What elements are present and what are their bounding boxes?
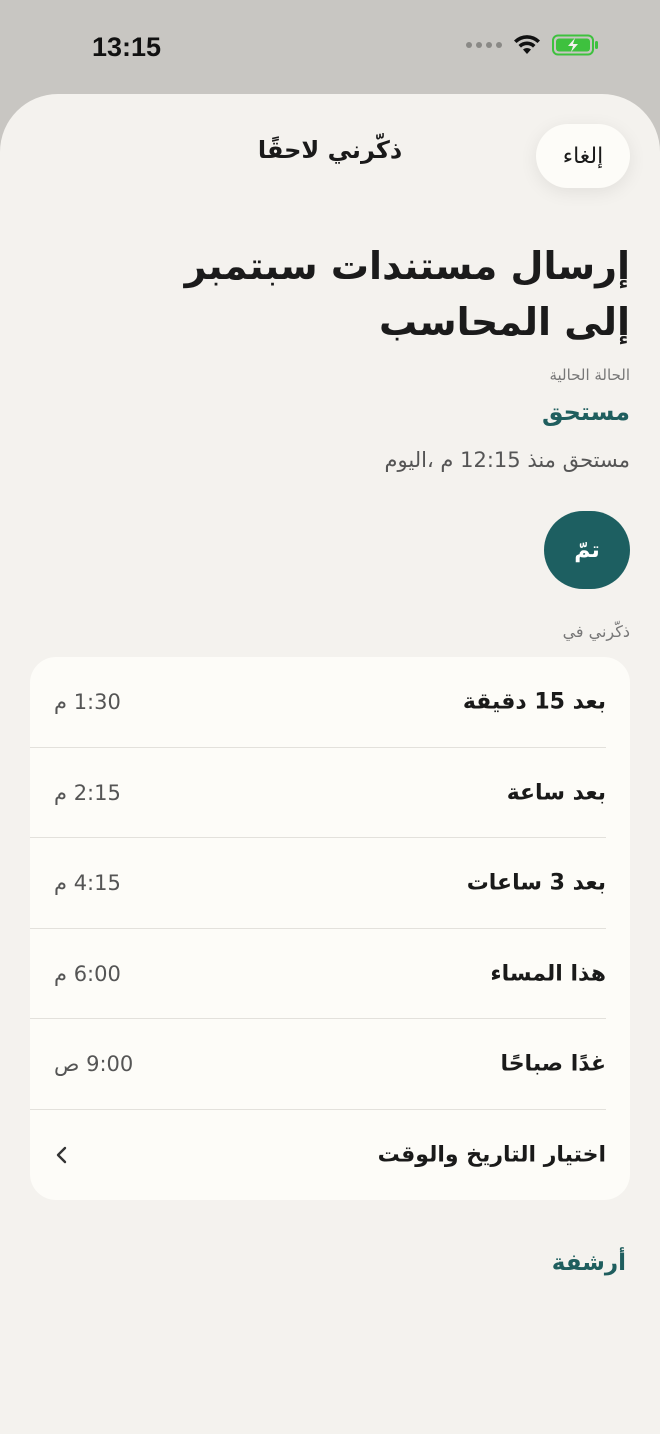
option-1-hour[interactable]: بعد ساعة 2:15 م [30, 748, 630, 838]
option-3-hours[interactable]: بعد 3 ساعات 4:15 م [30, 838, 630, 929]
battery-icon [552, 34, 598, 56]
option-label: بعد ساعة [506, 780, 606, 806]
status-time: 13:15 [92, 32, 162, 62]
wifi-icon [514, 35, 540, 54]
option-time: 9:00 ص [54, 1052, 134, 1077]
remind-options-card: بعد 15 دقيقة 1:30 م بعد ساعة 2:15 م بعد … [30, 657, 630, 1200]
option-label: بعد 15 دقيقة [462, 689, 606, 715]
archive-button[interactable]: أرشفة [552, 1250, 626, 1276]
option-time: 2:15 م [54, 780, 121, 805]
option-label: غدًا صباحًا [500, 1051, 606, 1077]
remind-label: ذكّرني في [562, 622, 630, 641]
option-tomorrow-morning[interactable]: غدًا صباحًا 9:00 ص [30, 1019, 630, 1110]
due-text: مستحق منذ 12:15 م ،اليوم [384, 448, 630, 472]
option-this-evening[interactable]: هذا المساء 6:00 م [30, 929, 630, 1019]
option-time: 1:30 م [54, 690, 121, 715]
option-15-minutes[interactable]: بعد 15 دقيقة 1:30 م [30, 657, 630, 748]
option-label: بعد 3 ساعات [466, 870, 606, 896]
task-title: إرسال مستندات سبتمبر إلى المحاسب [184, 244, 630, 344]
status-value: مستحق [541, 398, 630, 426]
option-pick-date-time[interactable]: اختيار التاريخ والوقت [30, 1110, 630, 1201]
option-label: اختيار التاريخ والوقت [377, 1142, 606, 1168]
option-time: 4:15 م [54, 871, 121, 896]
cancel-button[interactable]: إلغاء [536, 124, 630, 188]
option-time: 6:00 م [54, 961, 121, 986]
option-label: هذا المساء [490, 961, 606, 987]
chevron-left-icon [56, 1146, 67, 1163]
status-bar: 13:15 [0, 0, 660, 94]
signal-icon [466, 42, 502, 48]
done-button[interactable]: تمّ [544, 511, 630, 589]
status-label: الحالة الحالية [549, 366, 630, 384]
status-icons [466, 34, 600, 56]
